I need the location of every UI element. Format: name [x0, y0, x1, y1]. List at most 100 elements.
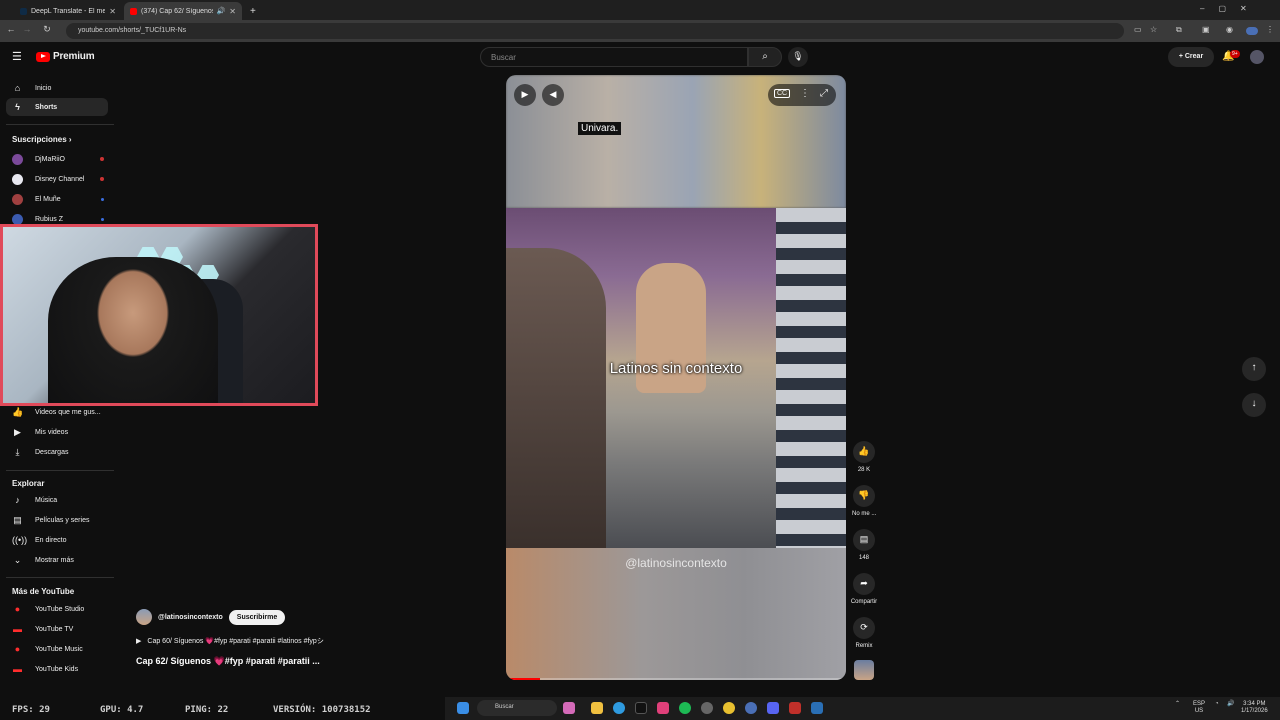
search-button[interactable]: ⌕: [748, 47, 782, 67]
sidebar-item-label: Descargas: [35, 448, 69, 456]
sidebar-subscription-djmariio[interactable]: DjMaRiiO: [6, 150, 108, 168]
remix-icon: ⟳: [853, 617, 875, 639]
volume-icon: ◀: [549, 89, 557, 99]
mute-button[interactable]: ◀: [542, 84, 564, 106]
sidebar-item-youtube-music[interactable]: ● YouTube Music: [6, 640, 108, 658]
sidebar-item-youtube-tv[interactable]: ▬ YouTube TV: [6, 620, 108, 638]
dislike-label: No me ...: [852, 511, 877, 517]
hamburger-menu-icon[interactable]: ☰: [12, 50, 22, 63]
share-label: Compartir: [850, 599, 878, 605]
voice-search-button[interactable]: 🎙: [788, 47, 808, 67]
chevron-down-icon: ⌄: [13, 554, 22, 565]
video-foreground-person: [506, 248, 606, 548]
bookmark-star-icon[interactable]: ☆: [1150, 25, 1157, 34]
remix-button[interactable]: ⟳ Remix: [852, 617, 876, 649]
volume-icon[interactable]: 🔊: [1227, 701, 1234, 708]
youtube-premium-logo[interactable]: Premium: [36, 51, 95, 62]
sidebar-item-youtube-studio[interactable]: ● YouTube Studio: [6, 600, 108, 618]
close-tab-icon[interactable]: ✕: [229, 7, 236, 16]
sidebar-item-show-more[interactable]: ⌄ Mostrar más: [6, 551, 108, 569]
tray-chevron-icon[interactable]: ⌃: [1175, 701, 1180, 708]
sidebar-item-label: Rubius Z: [35, 215, 64, 223]
sidebar-item-my-videos[interactable]: ▶ Mis videos: [6, 423, 108, 441]
language-indicator[interactable]: ESP US: [1193, 701, 1205, 715]
share-icon: ➦: [853, 573, 875, 595]
spotify-icon[interactable]: [679, 702, 691, 714]
comments-button[interactable]: ▤ 148: [852, 529, 876, 561]
close-tab-icon[interactable]: ✕: [109, 7, 116, 16]
gpu-stat: GPU: 4.7: [100, 705, 144, 715]
previous-short-button[interactable]: ↑: [1242, 357, 1266, 381]
share-button[interactable]: ➦ Compartir: [846, 573, 882, 605]
red-app-icon[interactable]: [789, 702, 801, 714]
play-icon: ▶: [521, 89, 529, 99]
playlist-play-icon: ▶: [136, 638, 142, 645]
sidebar-item-label: DjMaRiiO: [35, 155, 65, 163]
subscribe-button[interactable]: Suscribirme: [228, 609, 286, 625]
playlist-link[interactable]: ▶ Cap 60/ Síguenos 💗#fyp #parati #parati…: [136, 636, 324, 646]
reload-icon[interactable]: ↻: [40, 24, 54, 35]
discord-icon[interactable]: [767, 702, 779, 714]
sidebar-item-shorts[interactable]: ϟ Shorts: [6, 98, 108, 116]
window-controls[interactable]: –▢✕: [1200, 4, 1261, 13]
next-short-button[interactable]: ↓: [1242, 393, 1266, 417]
widget-flowers-icon[interactable]: [563, 702, 575, 714]
youtube-header: ☰ Premium Buscar ⌕ 🎙 + Crear 🔔: [0, 42, 1280, 74]
sidebar-item-label: Mostrar más: [35, 556, 74, 564]
more-options-icon[interactable]: ⋮: [800, 88, 810, 99]
user-avatar[interactable]: [1250, 50, 1264, 64]
sound-thumbnail[interactable]: [854, 660, 874, 680]
taskbar-search[interactable]: Buscar: [477, 700, 557, 716]
steam-icon[interactable]: [811, 702, 823, 714]
network-icon[interactable]: ◔: [1215, 701, 1219, 708]
chrome-icon[interactable]: [723, 702, 735, 714]
file-explorer-icon[interactable]: [591, 702, 603, 714]
sidebar-item-label: En directo: [35, 536, 67, 544]
sidebar-item-downloads[interactable]: ⤓ Descargas: [6, 443, 108, 461]
back-icon[interactable]: ←: [4, 24, 18, 34]
profile-icon[interactable]: ◉: [1226, 25, 1233, 34]
streamer-person: [48, 257, 218, 403]
new-tab-button[interactable]: +: [244, 2, 258, 20]
browser-tab-youtube[interactable]: (374) Cap 62/ Síguenos 🔊 ✕: [124, 2, 242, 20]
dislike-button[interactable]: 👎 No me ...: [852, 485, 876, 517]
short-video-player[interactable]: ▶ ◀ CC ⋮ ⤢ Univara. Latinos sin contexto…: [506, 75, 846, 680]
sidebar-item-music[interactable]: ♪ Música: [6, 491, 108, 509]
edge-browser-icon[interactable]: [613, 702, 625, 714]
sidepanel-icon[interactable]: ▣: [1202, 25, 1210, 34]
sidebar-item-live[interactable]: ((•)) En directo: [6, 531, 108, 549]
address-bar[interactable]: youtube.com/shorts/_TUCf1UR-Ns: [66, 23, 1124, 39]
browser-tab-deepl[interactable]: DeepL Translate - El mejor traductor ✕: [14, 2, 122, 20]
app-icon[interactable]: [701, 702, 713, 714]
sidebar-item-youtube-kids[interactable]: ▬ YouTube Kids: [6, 660, 108, 678]
pink-app-icon[interactable]: [657, 702, 669, 714]
cast-icon[interactable]: ▭: [1134, 25, 1142, 34]
sidebar-subscription-disney[interactable]: Disney Channel: [6, 170, 108, 188]
sidebar-subscription-elmune[interactable]: El Muñe: [6, 190, 108, 208]
clock-date: 1/17/2026: [1241, 708, 1268, 714]
audio-playing-icon[interactable]: 🔊: [217, 7, 226, 15]
menu-kebab-icon[interactable]: ⋮: [1266, 25, 1274, 34]
sidebar-item-home[interactable]: ⌂ Inicio: [6, 79, 108, 97]
sidebar-item-movies[interactable]: ▤ Películas y series: [6, 511, 108, 529]
subscriptions-heading[interactable]: Suscripciones ›: [12, 135, 72, 144]
like-button[interactable]: 👍 28 K: [852, 441, 876, 473]
more-from-youtube-heading: Más de YouTube: [12, 587, 75, 596]
video-progress-bar[interactable]: [506, 678, 846, 680]
windows-start-icon[interactable]: [457, 702, 469, 714]
captions-icon[interactable]: CC: [774, 89, 791, 98]
clock[interactable]: 3:34 PM 1/17/2026: [1241, 701, 1268, 715]
channel-name[interactable]: @latinosincontexto: [158, 614, 223, 621]
search-input[interactable]: Buscar: [480, 47, 748, 67]
play-button[interactable]: ▶: [514, 84, 536, 106]
forward-icon[interactable]: →: [20, 24, 34, 34]
video-scene: [506, 208, 846, 548]
settings-gear-icon[interactable]: [745, 702, 757, 714]
channel-avatar[interactable]: [136, 609, 152, 625]
extensions-icon[interactable]: ⧉: [1176, 25, 1182, 35]
sidebar-item-label: YouTube Kids: [35, 665, 79, 673]
fullscreen-icon[interactable]: ⤢: [820, 88, 828, 99]
create-button[interactable]: + Crear: [1168, 47, 1214, 67]
profile-avatar-icon[interactable]: [1246, 27, 1258, 35]
tiktok-icon[interactable]: [635, 702, 647, 714]
